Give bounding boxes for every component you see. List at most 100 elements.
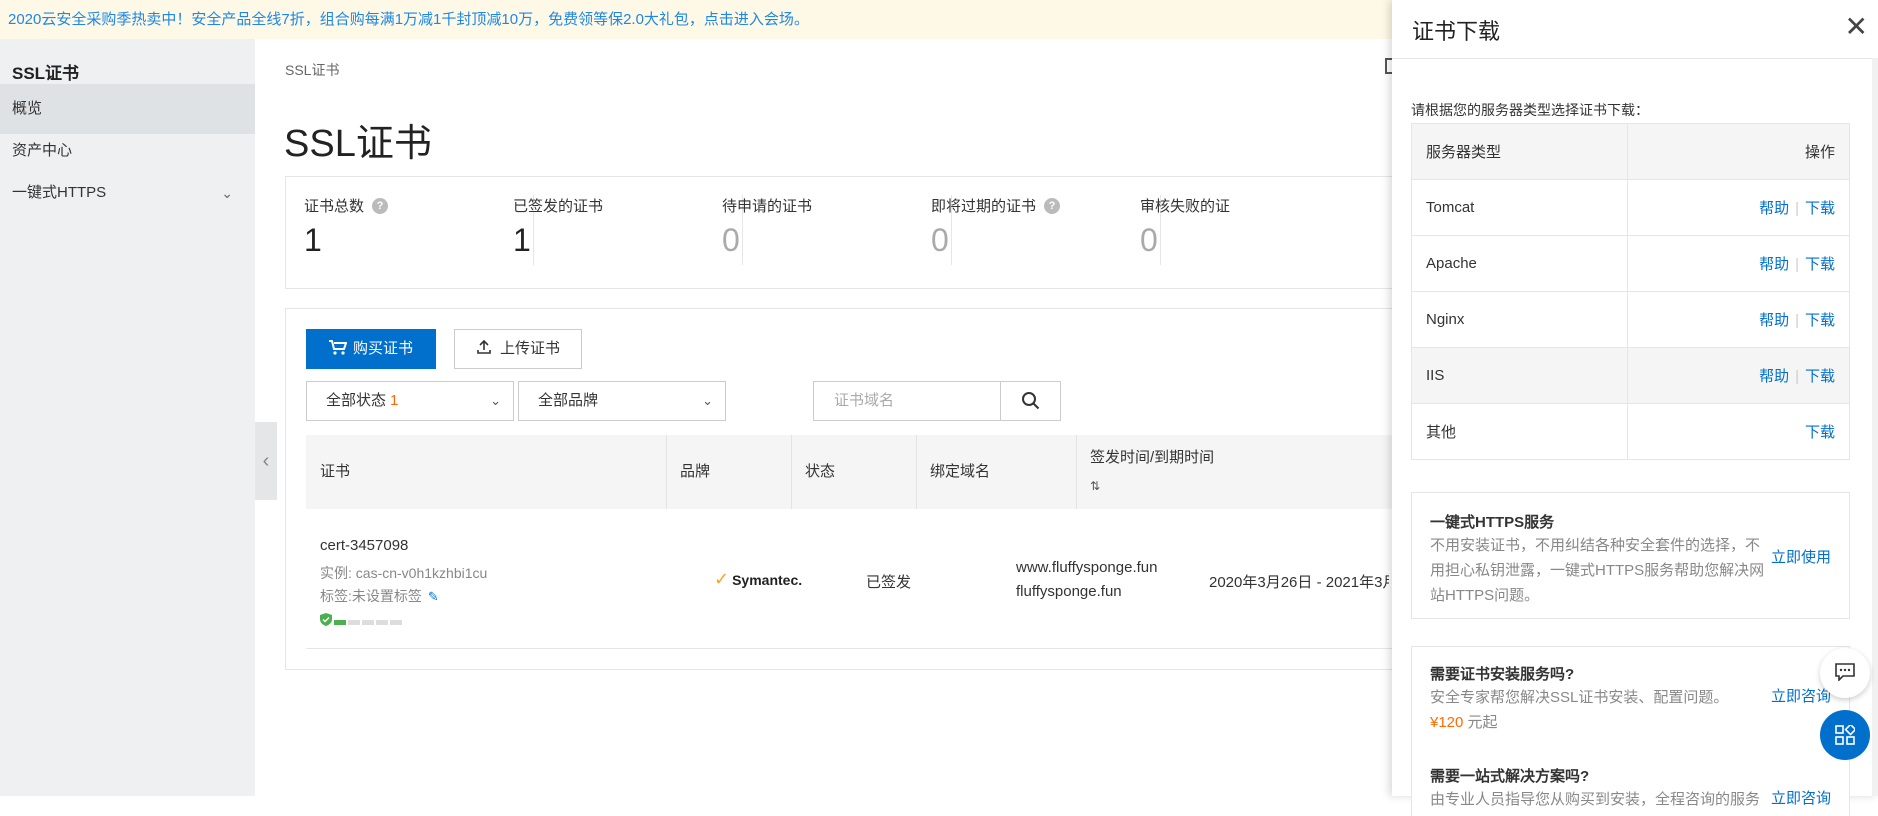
table-row: cert-3457098 实例: cas-cn-v0h1kzhbi1cu 标签:… <box>306 509 1396 649</box>
stat-failed: 审核失败的证 0 <box>1140 195 1370 265</box>
search-icon <box>1021 392 1041 415</box>
server-name: Apache <box>1411 235 1628 292</box>
stat-label: 已签发的证书 <box>513 198 604 215</box>
server-actions: 帮助 | 下载 <box>1627 235 1850 292</box>
column-header-domain: 绑定域名 <box>930 463 991 480</box>
domain-search-input[interactable]: 证书域名 <box>813 381 1000 421</box>
server-actions: 帮助 | 下载 <box>1627 291 1850 348</box>
help-link[interactable]: 帮助 <box>1759 256 1789 273</box>
stat-value[interactable]: 0 <box>1140 222 1370 259</box>
sidebar-item-label: 一键式HTTPS <box>12 184 107 201</box>
stat-value[interactable]: 1 <box>513 222 743 259</box>
divider: | <box>1795 368 1799 385</box>
upload-label: 上传证书 <box>499 340 560 357</box>
status-filter-value: 全部状态 <box>326 392 387 409</box>
stat-value[interactable]: 1 <box>304 222 534 259</box>
stats-bar: 证书总数? 1 已签发的证书 1 待申请的证书 0 即将过期的证书? 0 审核失… <box>285 176 1405 289</box>
stat-pending: 待申请的证书 0 <box>722 195 952 265</box>
chevron-down-icon: ⌄ <box>702 393 713 408</box>
edit-icon[interactable]: ✎ <box>428 589 439 604</box>
table-row: Nginx 帮助 | 下载 <box>1411 291 1850 348</box>
level-bar <box>348 619 360 625</box>
download-link[interactable]: 下载 <box>1805 312 1835 329</box>
card-text: 安全专家帮您解决SSL证书安装、配置问题。 ¥120 元起 <box>1430 685 1765 735</box>
drawer-scrollbar[interactable] <box>1872 58 1878 796</box>
cert-tag-row: 标签:未设置标签 ✎ <box>320 586 439 606</box>
stat-value[interactable]: 0 <box>722 222 952 259</box>
help-link[interactable]: 帮助 <box>1759 312 1789 329</box>
upload-certificate-button[interactable]: 上传证书 <box>454 329 582 369</box>
close-icon[interactable]: ✕ <box>1845 12 1868 42</box>
level-bar <box>390 619 402 625</box>
cert-name[interactable]: cert-3457098 <box>320 537 408 554</box>
table-row: Apache 帮助 | 下载 <box>1411 235 1850 292</box>
page-title: SSL证书 <box>284 123 432 165</box>
level-bar <box>362 619 374 625</box>
search-button[interactable] <box>1000 381 1061 421</box>
sidebar-collapse-handle[interactable]: ‹ <box>255 422 277 500</box>
stat-total: 证书总数? 1 <box>304 195 534 265</box>
help-icon[interactable]: ? <box>1044 197 1061 214</box>
level-bar <box>376 619 388 625</box>
server-name: Tomcat <box>1411 179 1628 236</box>
stat-expiring: 即将过期的证书? 0 <box>931 195 1161 265</box>
column-header-cert: 证书 <box>320 463 351 480</box>
card-text: 由专业人员指导您从购买到安装，全程咨询的服务 <box>1430 791 1761 808</box>
chat-button[interactable] <box>1820 648 1870 698</box>
help-link[interactable]: 帮助 <box>1759 368 1789 385</box>
chevron-left-icon: ‹ <box>262 450 270 472</box>
stat-value[interactable]: 0 <box>931 222 1161 259</box>
drawer-hint: 请根据您的服务器类型选择证书下载： <box>1411 102 1649 118</box>
divider: | <box>1795 200 1799 217</box>
sidebar-item-https[interactable]: 一键式HTTPS ⌄ <box>0 168 255 218</box>
help-icon[interactable]: ? <box>372 197 389 214</box>
download-link[interactable]: 下载 <box>1805 200 1835 217</box>
upload-icon <box>476 339 500 357</box>
price: ¥120 <box>1430 714 1464 731</box>
server-actions: 帮助 | 下载 <box>1627 347 1850 404</box>
use-now-link[interactable]: 立即使用 <box>1771 546 1831 567</box>
help-link[interactable]: 帮助 <box>1759 200 1789 217</box>
download-link[interactable]: 下载 <box>1805 256 1835 273</box>
dates-header-label: 签发时间/到期时间 <box>1090 449 1215 466</box>
divider: | <box>1795 256 1799 273</box>
brand-filter-select[interactable]: 全部品牌 ⌄ <box>518 381 726 421</box>
column-header-dates[interactable]: 签发时间/到期时间 ⇅ <box>1076 435 1214 509</box>
sidebar-item-label: 概览 <box>12 100 43 117</box>
cert-dates: 2020年3月26日 - 2021年3月26 <box>1209 574 1389 591</box>
server-name: 其他 <box>1411 403 1628 460</box>
install-service-card: 需要证书安装服务吗? 安全专家帮您解决SSL证书安装、配置问题。 ¥120 元起… <box>1411 646 1850 816</box>
buy-label: 购买证书 <box>352 340 413 357</box>
cert-instance: 实例: cas-cn-v0h1kzhbi1cu <box>320 565 488 581</box>
bound-domain: fluffysponge.fun <box>1016 583 1122 600</box>
cart-icon <box>328 340 353 357</box>
apps-button[interactable] <box>1820 710 1870 760</box>
buy-certificate-button[interactable]: 购买证书 <box>306 329 436 369</box>
download-link[interactable]: 下载 <box>1805 424 1835 441</box>
column-header-action: 操作 <box>1627 123 1850 180</box>
breadcrumb[interactable]: SSL证书 <box>285 60 339 80</box>
card-text-prefix: 安全专家帮您解决SSL证书安装、配置问题。 <box>1430 689 1729 706</box>
stat-label: 即将过期的证书 <box>931 198 1037 215</box>
server-name: IIS <box>1411 347 1628 404</box>
chevron-down-icon: ⌄ <box>490 393 501 408</box>
apps-grid-icon <box>1835 723 1857 749</box>
table-row: Tomcat 帮助 | 下载 <box>1411 179 1850 236</box>
card-text: 不用安装证书，不用纠结各种安全套件的选择，不用担心私钥泄露，一键式HTTPS服务… <box>1430 537 1765 604</box>
brand-logo: ✓ Symantec. <box>714 569 802 590</box>
column-header-brand: 品牌 <box>680 463 711 480</box>
sort-icon[interactable]: ⇅ <box>1090 479 1100 493</box>
bound-domain: www.fluffysponge.fun <box>1016 559 1158 576</box>
download-link[interactable]: 下载 <box>1805 368 1835 385</box>
status-filter-select[interactable]: 全部状态 1 ⌄ <box>306 381 514 421</box>
table-header-row: 服务器类型 操作 <box>1411 123 1850 180</box>
brand-name: Symantec. <box>732 571 803 588</box>
card-heading: 需要一站式解决方案吗? <box>1430 768 1590 785</box>
chat-icon <box>1835 663 1855 685</box>
server-actions: 下载 <box>1627 403 1850 460</box>
stat-label: 待申请的证书 <box>722 198 813 215</box>
card-text-suffix: 元起 <box>1467 714 1498 731</box>
consult-link[interactable]: 立即咨询 <box>1771 685 1831 706</box>
brand-filter-value: 全部品牌 <box>538 392 599 409</box>
consult-link[interactable]: 立即咨询 <box>1771 787 1831 808</box>
